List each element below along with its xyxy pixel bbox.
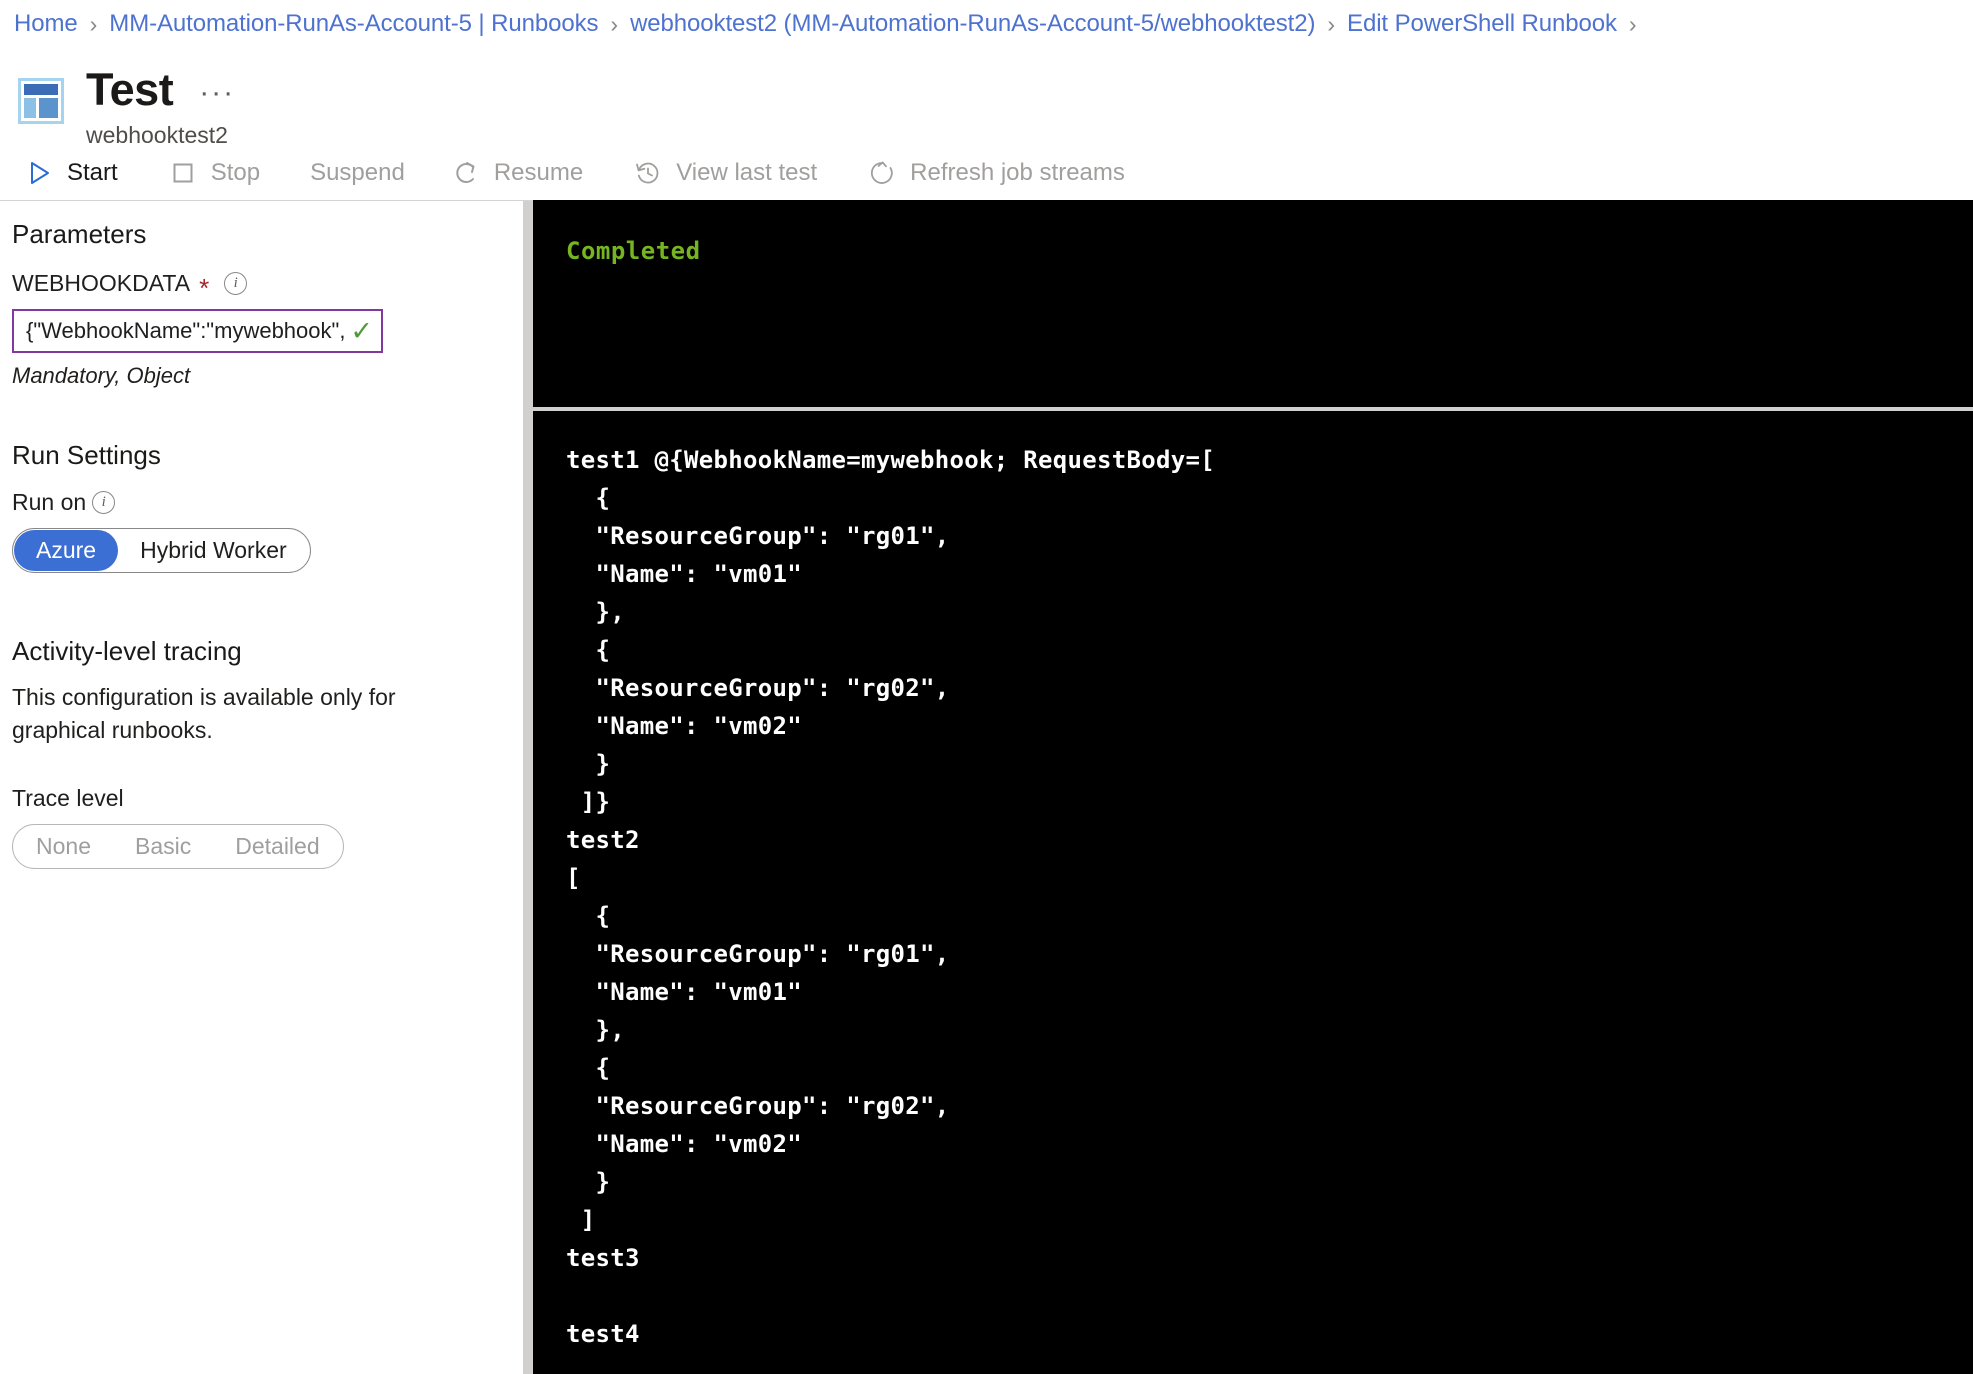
breadcrumb-item-edit-powershell-runbook[interactable]: Edit PowerShell Runbook [1347,10,1617,38]
console-line: }, [566,598,625,626]
console-line: }, [566,1016,625,1044]
breadcrumb: Home › MM-Automation-RunAs-Account-5 | R… [0,0,1973,48]
console-line: test4 [566,1320,640,1348]
console-line: "ResourceGroup": "rg02", [566,674,950,702]
job-output-console: Completed test1 @{WebhookName=mywebhook;… [533,200,1973,1374]
parameters-pane: Parameters WEBHOOKDATA * i ✓ Mandatory, … [0,200,523,1374]
console-line: } [566,1168,611,1196]
breadcrumb-separator-icon: › [610,10,619,37]
resume-button[interactable]: Resume [451,154,609,192]
stop-button[interactable]: Stop [168,154,286,192]
parameters-section-title: Parameters [12,219,147,249]
console-line: } [566,750,611,778]
trace-level-option-basic[interactable]: Basic [113,826,213,867]
console-line: "Name": "vm02" [566,712,802,740]
webhookdata-label: WEBHOOKDATA [12,270,191,296]
suspend-button-label: Suspend [310,159,405,186]
play-icon [24,158,54,188]
suspend-button[interactable]: Suspend [310,155,405,191]
view-last-test-label: View last test [676,159,818,186]
console-line: "Name": "vm01" [566,560,802,588]
breadcrumb-item-runbooks[interactable]: MM-Automation-RunAs-Account-5 | Runbooks [109,10,598,38]
trace-level-option-detailed[interactable]: Detailed [213,826,341,867]
run-on-option-azure[interactable]: Azure [14,530,119,571]
console-line: { [566,636,611,664]
required-marker: * [199,272,210,303]
trace-level-label: Trace level [12,785,124,811]
console-line: [ [566,864,581,892]
refresh-job-streams-label: Refresh job streams [910,159,1125,186]
console-line: ]} [566,788,611,816]
console-line: test1 @{WebhookName=mywebhook; RequestBo… [566,446,1215,474]
activity-tracing-title: Activity-level tracing [12,636,242,666]
info-icon[interactable]: i [92,491,116,514]
console-line: "Name": "vm01" [566,978,802,1006]
console-line: { [566,902,611,930]
run-on-label: Run on [12,489,87,515]
content-area: Parameters WEBHOOKDATA * i ✓ Mandatory, … [0,200,1973,1374]
console-output[interactable]: test1 @{WebhookName=mywebhook; RequestBo… [533,411,1973,1374]
stop-button-label: Stop [210,159,261,186]
webhookdata-input[interactable] [24,317,347,345]
view-last-test-button[interactable]: View last test [633,154,843,192]
run-settings-title: Run Settings [12,440,161,470]
valid-check-icon: ✓ [350,316,373,346]
refresh-icon [867,158,897,188]
info-icon[interactable]: i [224,272,248,295]
console-line: test3 [566,1244,640,1272]
activity-tracing-description: This configuration is available only for… [12,684,396,743]
page-subtitle: webhooktest2 [86,122,228,148]
run-on-label-row: Run on i [12,489,509,516]
run-settings-section: Run Settings Run on i Azure Hybrid Worke… [12,439,509,573]
console-line: "ResourceGroup": "rg01", [566,940,950,968]
command-toolbar: Start Stop Suspend Resume View last test [0,146,1973,200]
webhookdata-label-row: WEBHOOKDATA * i [12,270,509,303]
start-button[interactable]: Start [24,154,144,192]
webhookdata-hint: Mandatory, Object [12,363,191,388]
console-line: ] [566,1206,596,1234]
page-header: Test ··· webhooktest2 [0,48,1973,149]
console-line: { [566,484,611,512]
job-status-text: Completed [566,237,701,265]
page-title: Test [86,64,174,115]
breadcrumb-separator-icon: › [1628,10,1637,37]
refresh-job-streams-button[interactable]: Refresh job streams [867,154,1151,192]
more-options-icon[interactable]: ··· [199,78,235,108]
activity-tracing-section: Activity-level tracing This configuratio… [12,635,509,869]
stop-icon [168,158,198,188]
resume-button-label: Resume [493,159,584,186]
breadcrumb-item-home[interactable]: Home [14,10,78,38]
run-on-toggle[interactable]: Azure Hybrid Worker [12,528,311,573]
breadcrumb-separator-icon: › [1327,10,1336,37]
console-line: test2 [566,826,640,854]
console-line: { [566,1054,611,1082]
trace-level-toggle[interactable]: None Basic Detailed [12,824,344,869]
resume-icon [451,158,481,188]
breadcrumb-separator-icon: › [89,10,98,37]
console-line: "Name": "vm02" [566,1130,802,1158]
trace-level-option-none[interactable]: None [14,826,113,867]
history-clock-icon [633,158,663,188]
run-on-option-hybrid-worker[interactable]: Hybrid Worker [118,530,309,571]
webhookdata-input-wrap[interactable]: ✓ [12,309,383,353]
breadcrumb-item-webhooktest2[interactable]: webhooktest2 (MM-Automation-RunAs-Accoun… [630,10,1315,38]
console-status-area: Completed [533,200,1973,407]
runbook-icon [18,78,64,124]
console-line: "ResourceGroup": "rg02", [566,1092,950,1120]
pane-splitter[interactable] [523,200,533,1374]
start-button-label: Start [67,159,118,186]
console-line: "ResourceGroup": "rg01", [566,522,950,550]
page-header-texts: Test ··· webhooktest2 [86,64,235,149]
